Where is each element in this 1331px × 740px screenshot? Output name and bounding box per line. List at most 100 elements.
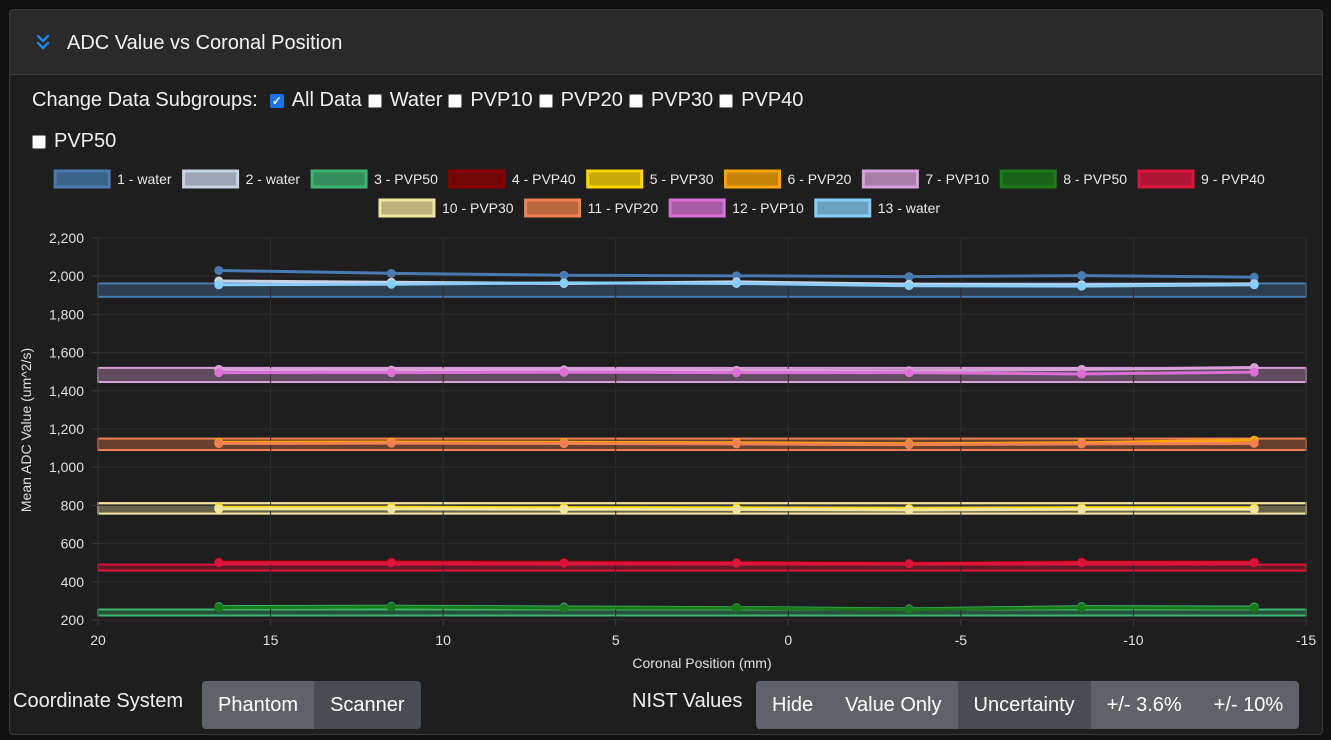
data-point bbox=[214, 280, 224, 290]
subgroup-label: Change Data Subgroups: bbox=[32, 89, 258, 111]
x-tick-label: 5 bbox=[612, 632, 620, 648]
checkbox-box[interactable] bbox=[719, 93, 734, 108]
legend-label: 3 - PVP50 bbox=[374, 171, 438, 187]
y-tick-label: 1,200 bbox=[49, 421, 84, 437]
data-point bbox=[386, 602, 396, 612]
panel-title: ADC Value vs Coronal Position bbox=[67, 32, 343, 54]
data-point bbox=[559, 504, 569, 514]
y-axis: 200 400 600 800 1,000 1,200 1,400 1,600 1,800 2,0… bbox=[49, 230, 84, 628]
legend-swatch bbox=[448, 169, 506, 189]
data-point bbox=[1249, 367, 1259, 377]
legend-swatch bbox=[182, 169, 240, 189]
data-point bbox=[904, 604, 914, 614]
data-point bbox=[1249, 603, 1259, 613]
data-point bbox=[214, 439, 224, 449]
panel-header: ADC Value vs Coronal Position bbox=[10, 10, 1322, 75]
adc-chart: 1 - water 2 - water 3 - PVP50 4 - PVP40 5 - … bbox=[18, 169, 1316, 671]
reference-band bbox=[97, 563, 1307, 572]
y-axis-label: Mean ADC Value (um^2/s) bbox=[18, 348, 34, 512]
subgroup-checkbox-all-data[interactable]: All Data bbox=[269, 89, 362, 112]
data-point bbox=[904, 440, 914, 450]
data-point bbox=[732, 504, 742, 514]
legend-label: 5 - PVP30 bbox=[650, 171, 714, 187]
data-point bbox=[559, 558, 569, 568]
nist-hide-button[interactable]: Hide bbox=[756, 681, 830, 729]
legend-label: 12 - PVP10 bbox=[732, 200, 804, 216]
legend-item[interactable]: 13 - water bbox=[814, 198, 941, 218]
legend-swatch bbox=[53, 169, 111, 189]
data-point bbox=[904, 559, 914, 569]
nist-10-button[interactable]: +/- 10% bbox=[1197, 681, 1300, 729]
data-point bbox=[732, 278, 742, 288]
subgroup-checkbox-pvp20[interactable]: PVP20 bbox=[538, 89, 623, 112]
legend-label: 9 - PVP40 bbox=[1201, 171, 1265, 187]
legend-item[interactable]: 6 - PVP20 bbox=[724, 169, 852, 189]
chevron-double-down-icon[interactable] bbox=[35, 34, 51, 50]
y-tick-label: 2,000 bbox=[49, 268, 84, 284]
checkbox-label: All Data bbox=[291, 89, 362, 111]
subgroup-checkbox-pvp10[interactable]: PVP10 bbox=[448, 89, 533, 112]
data-point bbox=[214, 265, 224, 275]
y-tick-label: 2,200 bbox=[49, 230, 84, 246]
subgroup-selector: Change Data Subgroups: All Data Water PVP1… bbox=[32, 80, 832, 162]
y-tick-label: 600 bbox=[61, 536, 85, 552]
legend-item[interactable]: 2 - water bbox=[182, 169, 301, 189]
legend-item[interactable]: 3 - PVP50 bbox=[310, 169, 438, 189]
x-axis: 20 15 10 5 0 -5 -10 -15 bbox=[90, 632, 1316, 648]
legend-label: 8 - PVP50 bbox=[1063, 171, 1127, 187]
data-point bbox=[1077, 271, 1087, 281]
nist-3-6-button[interactable]: +/- 3.6% bbox=[1090, 681, 1198, 729]
data-point bbox=[1249, 558, 1259, 568]
legend-item[interactable]: 10 - PVP30 bbox=[378, 198, 514, 218]
data-point bbox=[559, 278, 569, 288]
legend-item[interactable]: 1 - water bbox=[53, 169, 172, 189]
checkbox-label: Water bbox=[389, 89, 443, 111]
legend-item[interactable]: 5 - PVP30 bbox=[586, 169, 714, 189]
legend-item[interactable]: 11 - PVP20 bbox=[524, 198, 659, 218]
legend-item[interactable]: 8 - PVP50 bbox=[999, 169, 1127, 189]
legend-label: 4 - PVP40 bbox=[512, 171, 576, 187]
data-point bbox=[386, 504, 396, 514]
data-point bbox=[214, 504, 224, 514]
coord-phantom-button[interactable]: Phantom bbox=[202, 681, 315, 729]
legend-item[interactable]: 12 - PVP10 bbox=[668, 198, 804, 218]
legend-item[interactable]: 7 - PVP10 bbox=[861, 169, 989, 189]
data-point bbox=[386, 438, 396, 448]
coordinate-system-toggle: Phantom Scanner bbox=[202, 681, 421, 729]
checkbox-box[interactable] bbox=[448, 93, 463, 108]
chart-legend: 1 - water 2 - water 3 - PVP50 4 - PVP40 5 - … bbox=[53, 169, 1265, 218]
checkbox-box[interactable] bbox=[32, 134, 46, 149]
data-point bbox=[214, 368, 224, 378]
legend-label: 10 - PVP30 bbox=[442, 200, 514, 216]
legend-swatch bbox=[724, 169, 782, 189]
data-point bbox=[386, 279, 396, 289]
subgroup-checkbox-water[interactable]: Water bbox=[367, 89, 443, 112]
subgroup-checkbox-pvp40[interactable]: PVP40 bbox=[719, 89, 803, 112]
adc-panel: ADC Value vs Coronal Position Change Dat… bbox=[9, 9, 1323, 735]
y-tick-label: 1,600 bbox=[49, 345, 84, 361]
legend-item[interactable]: 9 - PVP40 bbox=[1137, 169, 1265, 189]
checkbox-box[interactable] bbox=[538, 93, 553, 108]
nist-value-only-button[interactable]: Value Only bbox=[829, 681, 958, 729]
subgroup-checkbox-pvp30[interactable]: PVP30 bbox=[628, 89, 713, 112]
data-point bbox=[214, 603, 224, 613]
y-tick-label: 1,400 bbox=[49, 383, 84, 399]
x-axis-label: Coronal Position (mm) bbox=[632, 655, 771, 671]
y-tick-label: 400 bbox=[61, 574, 85, 590]
data-point bbox=[1249, 438, 1259, 448]
legend-item[interactable]: 4 - PVP40 bbox=[448, 169, 576, 189]
data-point bbox=[386, 268, 396, 278]
checkbox-box[interactable] bbox=[269, 93, 284, 108]
coord-scanner-button[interactable]: Scanner bbox=[314, 681, 421, 729]
subgroup-checkbox-pvp50[interactable]: PVP50 bbox=[32, 130, 116, 153]
data-point bbox=[1077, 369, 1087, 379]
data-point bbox=[732, 558, 742, 568]
legend-label: 6 - PVP20 bbox=[788, 171, 852, 187]
checkbox-box[interactable] bbox=[367, 93, 382, 108]
nist-uncertainty-button[interactable]: Uncertainty bbox=[957, 681, 1091, 729]
legend-label: 2 - water bbox=[246, 171, 301, 187]
data-point bbox=[732, 368, 742, 378]
x-tick-label: -15 bbox=[1296, 632, 1316, 648]
checkbox-box[interactable] bbox=[628, 93, 643, 108]
legend-swatch bbox=[668, 198, 726, 218]
